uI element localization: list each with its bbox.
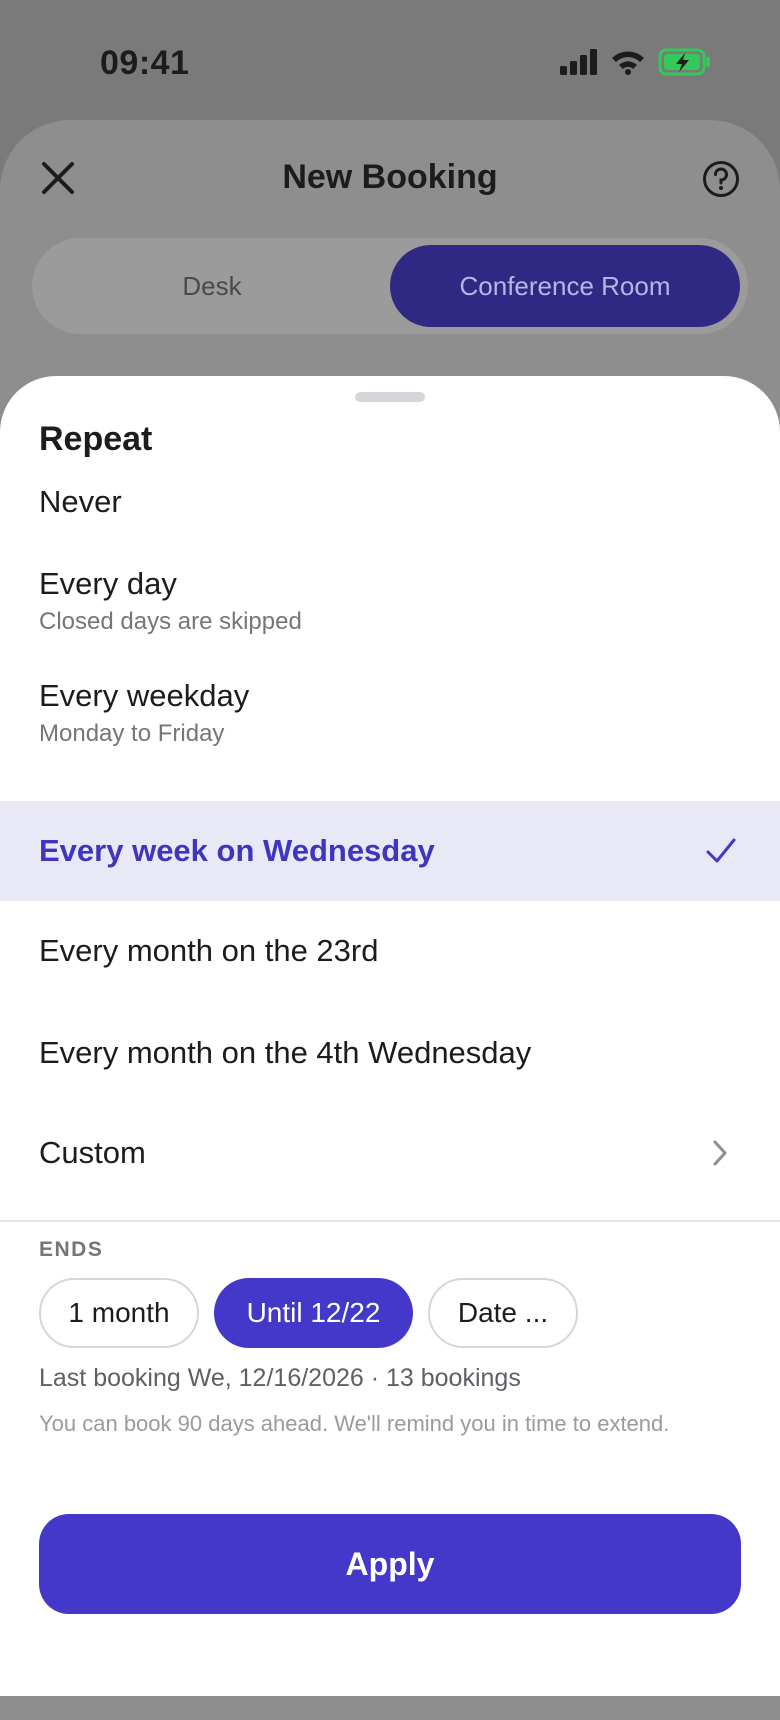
repeat-bottom-sheet: Repeat Never Every day Closed days are s… <box>0 376 780 1696</box>
option-sublabel: Monday to Friday <box>39 720 225 747</box>
help-icon[interactable] <box>702 160 740 198</box>
sheet-title: Repeat <box>39 420 153 458</box>
option-label: Every month on the 4th Wednesday <box>39 1035 532 1070</box>
option-sublabel: Closed days are skipped <box>39 608 302 635</box>
ends-chip-until-date[interactable]: Until 12/22 <box>214 1278 413 1348</box>
checkmark-icon <box>706 838 736 863</box>
repeat-option-every-day[interactable]: Every day Closed days are skipped <box>0 546 780 656</box>
apply-button[interactable]: Apply <box>39 1514 741 1614</box>
last-booking-summary: Last booking We, 12/16/2026 · 13 booking… <box>39 1364 521 1392</box>
option-label: Every month on the 23rd <box>39 933 379 968</box>
booking-type-segmented-control: Desk Conference Room <box>32 238 748 334</box>
repeat-option-every-month-date[interactable]: Every month on the 23rd <box>0 901 780 1001</box>
tab-conference-room[interactable]: Conference Room <box>390 245 740 327</box>
option-label: Every day <box>39 566 177 601</box>
repeat-option-custom[interactable]: Custom <box>0 1101 780 1201</box>
repeat-option-never[interactable]: Never <box>0 458 780 546</box>
booking-hint: You can book 90 days ahead. We'll remind… <box>39 1411 670 1436</box>
ends-chip-pick-date[interactable]: Date ... <box>428 1278 578 1348</box>
repeat-option-every-week[interactable]: Every week on Wednesday <box>0 801 780 901</box>
signal-icon <box>560 49 597 75</box>
status-icons <box>560 48 712 76</box>
ends-chip-1-month[interactable]: 1 month <box>39 1278 199 1348</box>
status-bar: 09:41 <box>0 0 780 120</box>
page-title: New Booking <box>282 158 498 196</box>
ends-section-label: ENDS <box>39 1238 104 1261</box>
option-label: Never <box>39 484 122 519</box>
divider <box>0 1220 780 1222</box>
option-label: Every week on Wednesday <box>39 833 435 868</box>
chevron-right-icon <box>713 1140 727 1166</box>
sheet-drag-handle[interactable] <box>355 392 425 402</box>
battery-charging-icon <box>658 48 710 76</box>
wifi-icon <box>612 51 644 75</box>
repeat-option-every-weekday[interactable]: Every weekday Monday to Friday <box>0 656 780 768</box>
option-label: Every weekday <box>39 678 250 713</box>
tab-desk[interactable]: Desk <box>32 238 392 334</box>
option-label: Custom <box>39 1135 146 1170</box>
status-time: 09:41 <box>100 44 190 82</box>
repeat-option-every-month-weekday[interactable]: Every month on the 4th Wednesday <box>0 1001 780 1101</box>
